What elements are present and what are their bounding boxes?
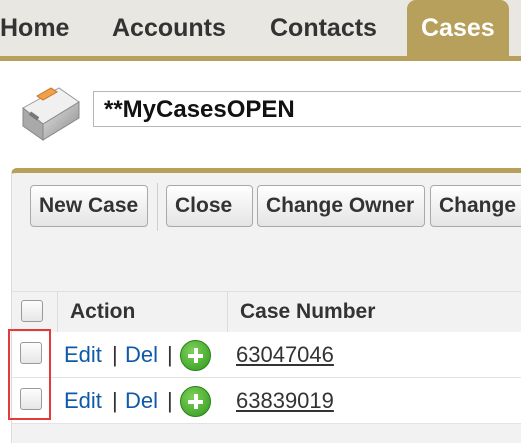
briefcase-icon: [22, 87, 80, 141]
delete-link[interactable]: Del: [125, 388, 158, 414]
edit-link[interactable]: Edit: [64, 388, 102, 414]
column-divider: [57, 292, 58, 332]
list-view-select[interactable]: **MyCasesOPEN: [93, 91, 521, 127]
tab-bar: Home Accounts Contacts Cases: [0, 0, 521, 61]
tab-contacts[interactable]: Contacts: [270, 0, 377, 56]
add-icon[interactable]: [180, 340, 211, 371]
tab-cases[interactable]: Cases: [407, 0, 509, 56]
edit-link[interactable]: Edit: [64, 342, 102, 368]
table-header: Action Case Number: [12, 291, 521, 333]
tab-home[interactable]: Home: [0, 0, 69, 56]
select-all-checkbox[interactable]: [21, 300, 43, 322]
link-separator: |: [167, 388, 173, 413]
case-number-column-header[interactable]: Case Number: [240, 292, 375, 332]
case-number-link[interactable]: 63047046: [236, 342, 334, 368]
toolbar-divider: [157, 183, 158, 231]
action-column-header: Action: [70, 300, 136, 323]
case-number-link[interactable]: 63839019: [236, 388, 334, 414]
checkbox-highlight-box: [8, 329, 51, 420]
new-case-button[interactable]: New Case: [30, 185, 148, 227]
table-row: Edit | Del | 63839019: [12, 378, 521, 424]
change-status-button[interactable]: Change: [430, 185, 521, 227]
delete-link[interactable]: Del: [125, 342, 158, 368]
link-separator: |: [112, 388, 118, 413]
close-button[interactable]: Close: [166, 185, 253, 227]
tab-accounts[interactable]: Accounts: [112, 0, 226, 56]
change-owner-button[interactable]: Change Owner: [257, 185, 425, 227]
table-row: Edit | Del | 63047046: [12, 332, 521, 378]
link-separator: |: [167, 342, 173, 367]
link-separator: |: [112, 342, 118, 367]
column-divider: [227, 292, 228, 332]
add-icon[interactable]: [180, 386, 211, 417]
